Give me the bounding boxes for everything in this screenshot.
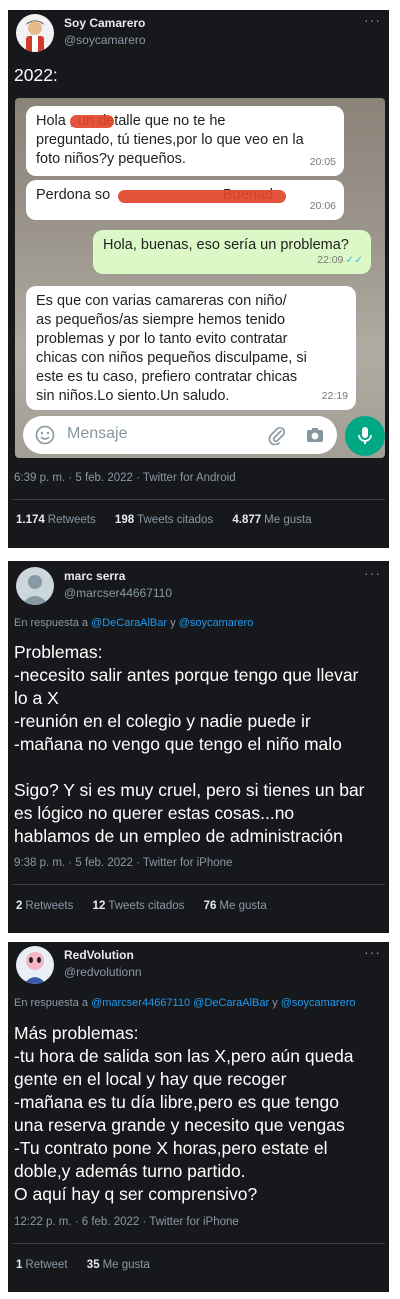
chat-message-incoming: Es que con varias camareras con niño/ as… [26,286,356,410]
tweet-text: Más problemas: -tu hora de salida son la… [14,1023,354,1204]
tweet-stats: 2 Retweets 12 Tweets citados 76 Me gusta [16,900,283,912]
mention-link[interactable]: @soycamarero [179,617,254,629]
more-options-icon[interactable]: ··· [364,944,381,960]
tweet-stats: 1.174 Retweets 198 Tweets citados 4.877 Me … [16,514,327,526]
message-input-placeholder[interactable]: Mensaje [67,425,127,443]
tweet-text: Problemas: -necesito salir antes porque … [14,642,365,846]
divider [12,499,385,500]
avatar[interactable] [16,14,54,52]
more-options-icon[interactable]: ··· [364,565,381,581]
tweet-timestamp[interactable]: 9:38 p. m. · 5 feb. 2022 · Twitter for i… [14,857,232,869]
retweets-stat[interactable]: 1.174 Retweets [16,514,96,526]
display-name[interactable]: Soy Camarero [64,16,145,30]
tweet-header: Soy Camarero @soycamarero ··· [12,12,385,54]
retweets-stat[interactable]: 1 Retweet [16,1259,68,1271]
retweets-stat[interactable]: 2 Retweets [16,900,73,912]
attach-icon[interactable] [267,425,287,450]
chat-message-time: 20:06 [309,200,336,212]
double-check-icon: ✓✓ [345,254,363,266]
user-handle[interactable]: @redvolutionn [64,965,142,979]
reply-context: En respuesta a @DeCaraAlBar y @soycamare… [14,617,254,629]
quote-tweets-stat[interactable]: 198 Tweets citados [115,514,213,526]
tweet-header: RedVolution @redvolutionn ··· [12,944,385,986]
camera-icon[interactable] [305,425,325,450]
redaction-scribble [118,190,286,203]
chat-message-time: 20:05 [309,156,336,168]
tweet-text: 2022: [14,65,58,85]
likes-stat[interactable]: 4.877 Me gusta [232,514,311,526]
divider [12,884,385,885]
tweet-card-marcserra: marc serra @marcser44667110 ··· En respu… [8,561,389,933]
tweet-card-redvolution: RedVolution @redvolutionn ··· En respues… [8,942,389,1292]
mention-link[interactable]: @DeCaraAlBar [193,997,269,1009]
tweet-card-soycamarero: Soy Camarero @soycamarero ··· 2022: Hola… [8,10,389,548]
divider [12,1243,385,1244]
display-name[interactable]: marc serra [64,569,125,583]
display-name[interactable]: RedVolution [64,948,134,962]
chat-message-time-group: 22:09 ✓✓ [317,251,363,270]
mention-link[interactable]: @soycamarero [281,997,356,1009]
chat-message-incoming: Perdona so Buenad 20:06 [26,180,344,220]
chat-message-outgoing: Hola, buenas, eso sería un problema? 22:… [93,230,371,274]
avatar[interactable] [16,946,54,984]
chat-message-time: 22:09 [317,254,344,266]
avatar[interactable] [16,567,54,605]
tweet-timestamp[interactable]: 12:22 p. m. · 6 feb. 2022 · Twitter for … [14,1216,239,1228]
user-handle[interactable]: @marcser44667110 [64,586,172,600]
likes-stat[interactable]: 76 Me gusta [204,900,267,912]
message-input-bar[interactable]: Mensaje [23,416,337,454]
mic-button[interactable] [345,416,385,456]
tweet-header: marc serra @marcser44667110 ··· [12,565,385,607]
user-handle[interactable]: @soycamarero [64,33,146,47]
chat-message-incoming: Hola , un detalle que no te he preguntad… [26,106,344,176]
likes-stat[interactable]: 35 Me gusta [87,1259,150,1271]
more-options-icon[interactable]: ··· [364,12,381,28]
reply-context: En respuesta a @marcser44667110 @DeCaraA… [14,997,356,1009]
mic-icon [356,425,374,452]
quote-tweets-stat[interactable]: 12 Tweets citados [93,900,185,912]
redaction-scribble [70,115,114,128]
emoji-icon[interactable] [35,425,55,450]
chat-message-text: Es que con varias camareras con niño/ as… [36,293,307,404]
mention-link[interactable]: @DeCaraAlBar [91,617,167,629]
tweet-timestamp[interactable]: 6:39 p. m. · 5 feb. 2022 · Twitter for A… [14,472,236,484]
mention-link[interactable]: @marcser44667110 [91,997,190,1009]
chat-message-time: 22:19 [321,390,348,402]
chat-screenshot-image[interactable]: Hola , un detalle que no te he preguntad… [15,98,385,458]
tweet-stats: 1 Retweet 35 Me gusta [16,1259,166,1271]
